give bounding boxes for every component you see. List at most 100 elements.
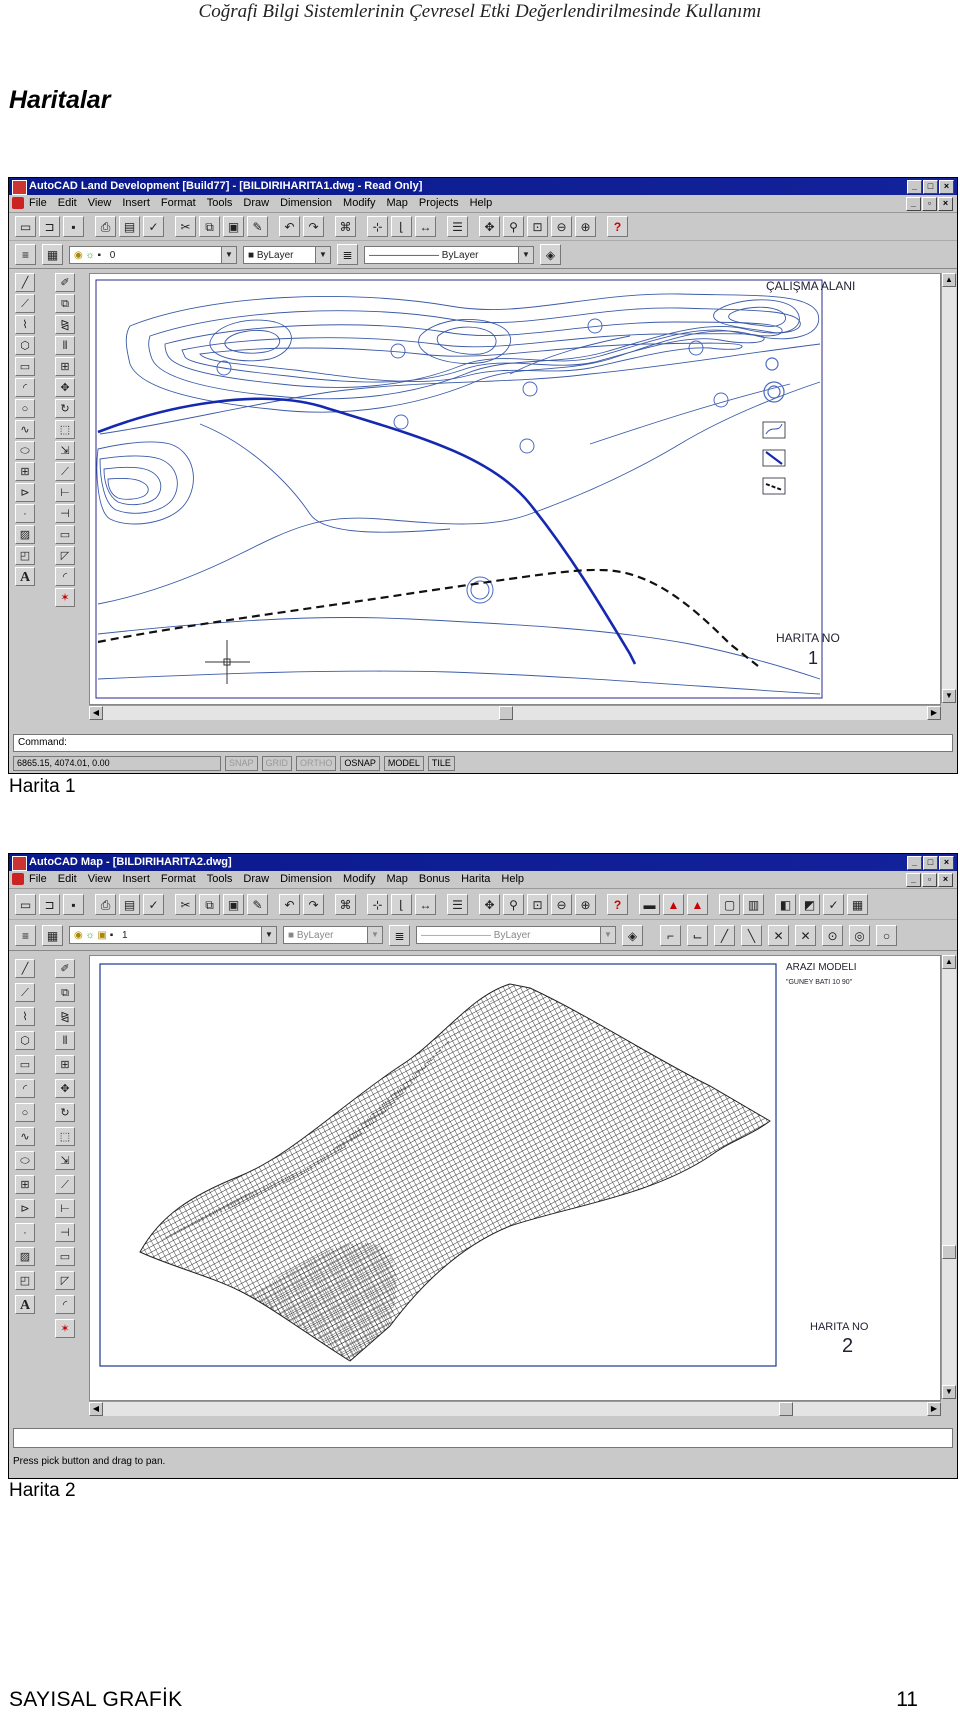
erase-icon[interactable]: ✐ (55, 959, 75, 978)
scroll-up-icon[interactable]: ▲ (942, 955, 956, 969)
minimize-button[interactable]: _ (907, 856, 922, 870)
menu-tools[interactable]: Tools (207, 195, 233, 212)
extend-icon[interactable]: ⊣ (55, 504, 75, 523)
scroll-right-icon[interactable]: ▶ (927, 1402, 941, 1416)
line-icon[interactable]: ╱ (15, 959, 35, 978)
zoom-realtime-icon[interactable]: ⚲ (503, 893, 524, 915)
doc-minimize-button[interactable]: _ (906, 197, 921, 211)
chamfer-icon[interactable]: ◸ (55, 546, 75, 565)
arc-icon[interactable]: ◜ (15, 378, 35, 397)
close-button[interactable]: × (939, 180, 954, 194)
properties-icon[interactable]: ◈ (540, 244, 561, 265)
linetype-combo[interactable]: ——————— ByLayer ▼ (364, 245, 534, 264)
redo-icon[interactable]: ↷ (303, 893, 324, 915)
paste-icon[interactable]: ▣ (223, 893, 244, 915)
fillet-icon[interactable]: ◜ (55, 567, 75, 586)
save-icon[interactable]: ▪ (63, 216, 84, 237)
scroll-left-icon[interactable]: ◀ (89, 706, 103, 720)
snap-tangent-icon[interactable]: ○ (876, 924, 897, 946)
menu-format[interactable]: Format (161, 871, 196, 888)
stretch-icon[interactable]: ⇲ (55, 441, 75, 460)
spline-icon[interactable]: ∿ (15, 1127, 35, 1146)
maximize-button[interactable]: □ (923, 180, 938, 194)
snap-center-icon[interactable]: ⊙ (822, 924, 843, 946)
menu-tools[interactable]: Tools (207, 871, 233, 888)
drawing-area[interactable]: ÇALIŞMA ALANI HARITA NO 1 (89, 273, 941, 705)
ucs-icon[interactable]: ⌊ (391, 893, 412, 915)
offset-icon[interactable]: ⫴ (55, 336, 75, 355)
snap-icon[interactable]: ⊹ (367, 216, 388, 237)
snap-icon[interactable]: ⊹ (367, 893, 388, 915)
map-grid-icon[interactable]: ▦ (847, 893, 868, 915)
doc-close-button[interactable]: × (938, 197, 953, 211)
menu-modify[interactable]: Modify (343, 195, 375, 212)
scroll-down-icon[interactable]: ▼ (942, 689, 956, 703)
mirror-icon[interactable]: ⧎ (55, 315, 75, 334)
model-toggle[interactable]: MODEL (383, 756, 424, 771)
rectangle-icon[interactable]: ▭ (15, 1055, 35, 1074)
menu-projects[interactable]: Projects (419, 195, 459, 212)
menu-bonus[interactable]: Bonus (419, 871, 450, 888)
pan-icon[interactable]: ✥ (479, 216, 500, 237)
properties-icon[interactable]: ☰ (447, 893, 468, 915)
erase-icon[interactable]: ✐ (55, 273, 75, 292)
drawing-area[interactable]: ARAZI MODELI "GUNEY BATI 10 90" HARITA N… (89, 955, 941, 1401)
polyline-icon[interactable]: ⌇ (15, 1007, 35, 1026)
menu-modify[interactable]: Modify (343, 871, 375, 888)
horizontal-scrollbar[interactable]: ◀ ▶ (89, 705, 941, 720)
polygon-icon[interactable]: ⬡ (15, 336, 35, 355)
region-icon[interactable]: ◰ (15, 546, 35, 565)
move-icon[interactable]: ✥ (55, 1079, 75, 1098)
polyline-icon[interactable]: ⌇ (15, 315, 35, 334)
snap-endpoint-icon[interactable]: ⌐ (660, 924, 681, 946)
move-icon[interactable]: ✥ (55, 378, 75, 397)
hatch-icon[interactable]: ▨ (15, 1247, 35, 1266)
menu-help[interactable]: Help (501, 871, 524, 888)
linetype-icon[interactable]: ≣ (337, 244, 358, 265)
zoom-window-icon[interactable]: ⊡ (527, 216, 548, 237)
color-combo[interactable]: ■ ByLayer ▼ (283, 926, 383, 944)
block-icon[interactable]: ⊞ (15, 462, 35, 481)
menu-map[interactable]: Map (386, 871, 407, 888)
hatch-icon[interactable]: ▨ (15, 525, 35, 544)
aerial-view-icon[interactable]: ⊕ (575, 216, 596, 237)
scroll-left-icon[interactable]: ◀ (89, 1402, 103, 1416)
snap-intersection-icon[interactable]: ╱ (714, 924, 735, 946)
new-icon[interactable]: ▭ (15, 893, 36, 915)
snap-extension-icon[interactable]: ✕ (768, 924, 789, 946)
distance-icon[interactable]: ↔ (415, 216, 436, 237)
vertical-scrollbar[interactable]: ▲ ▼ (941, 273, 956, 703)
trim-icon[interactable]: ⊢ (55, 1199, 75, 1218)
text-icon[interactable]: A (15, 1295, 35, 1314)
xline-icon[interactable]: ⟋ (15, 294, 35, 313)
chamfer-icon[interactable]: ◸ (55, 1271, 75, 1290)
scroll-up-icon[interactable]: ▲ (942, 273, 956, 287)
command-line[interactable]: Command: (13, 734, 953, 752)
offset-icon[interactable]: ⫴ (55, 1031, 75, 1050)
scale-icon[interactable]: ⬚ (55, 420, 75, 439)
menu-view[interactable]: View (88, 195, 112, 212)
lengthen-icon[interactable]: ⟋ (55, 1175, 75, 1194)
menu-file[interactable]: File (29, 871, 47, 888)
preview-icon[interactable]: ▤ (119, 893, 140, 915)
region-icon[interactable]: ◰ (15, 1271, 35, 1290)
ellipse-icon[interactable]: ⬭ (15, 1151, 35, 1170)
block-icon[interactable]: ⊞ (15, 1175, 35, 1194)
doc-close-button[interactable]: × (938, 873, 953, 887)
insert-icon[interactable]: ⊳ (15, 1199, 35, 1218)
command-line[interactable] (13, 1428, 953, 1448)
rotate-icon[interactable]: ↻ (55, 1103, 75, 1122)
layer-combo[interactable]: ◉ ☼ ▣ ▪ 1 ▼ (69, 926, 277, 944)
aerial-view-icon[interactable]: ⊕ (575, 893, 596, 915)
cut-icon[interactable]: ✂ (175, 216, 196, 237)
menu-view[interactable]: View (88, 871, 112, 888)
menu-help[interactable]: Help (470, 195, 493, 212)
text-icon[interactable]: A (15, 567, 35, 586)
arc-icon[interactable]: ◜ (15, 1079, 35, 1098)
print-icon[interactable]: ⎙ (95, 893, 116, 915)
color-combo[interactable]: ■ ByLayer ▼ (243, 245, 331, 264)
rectangle-icon[interactable]: ▭ (15, 357, 35, 376)
polygon-icon[interactable]: ⬡ (15, 1031, 35, 1050)
help-icon[interactable]: ? (607, 216, 628, 237)
menu-insert[interactable]: Insert (122, 871, 150, 888)
